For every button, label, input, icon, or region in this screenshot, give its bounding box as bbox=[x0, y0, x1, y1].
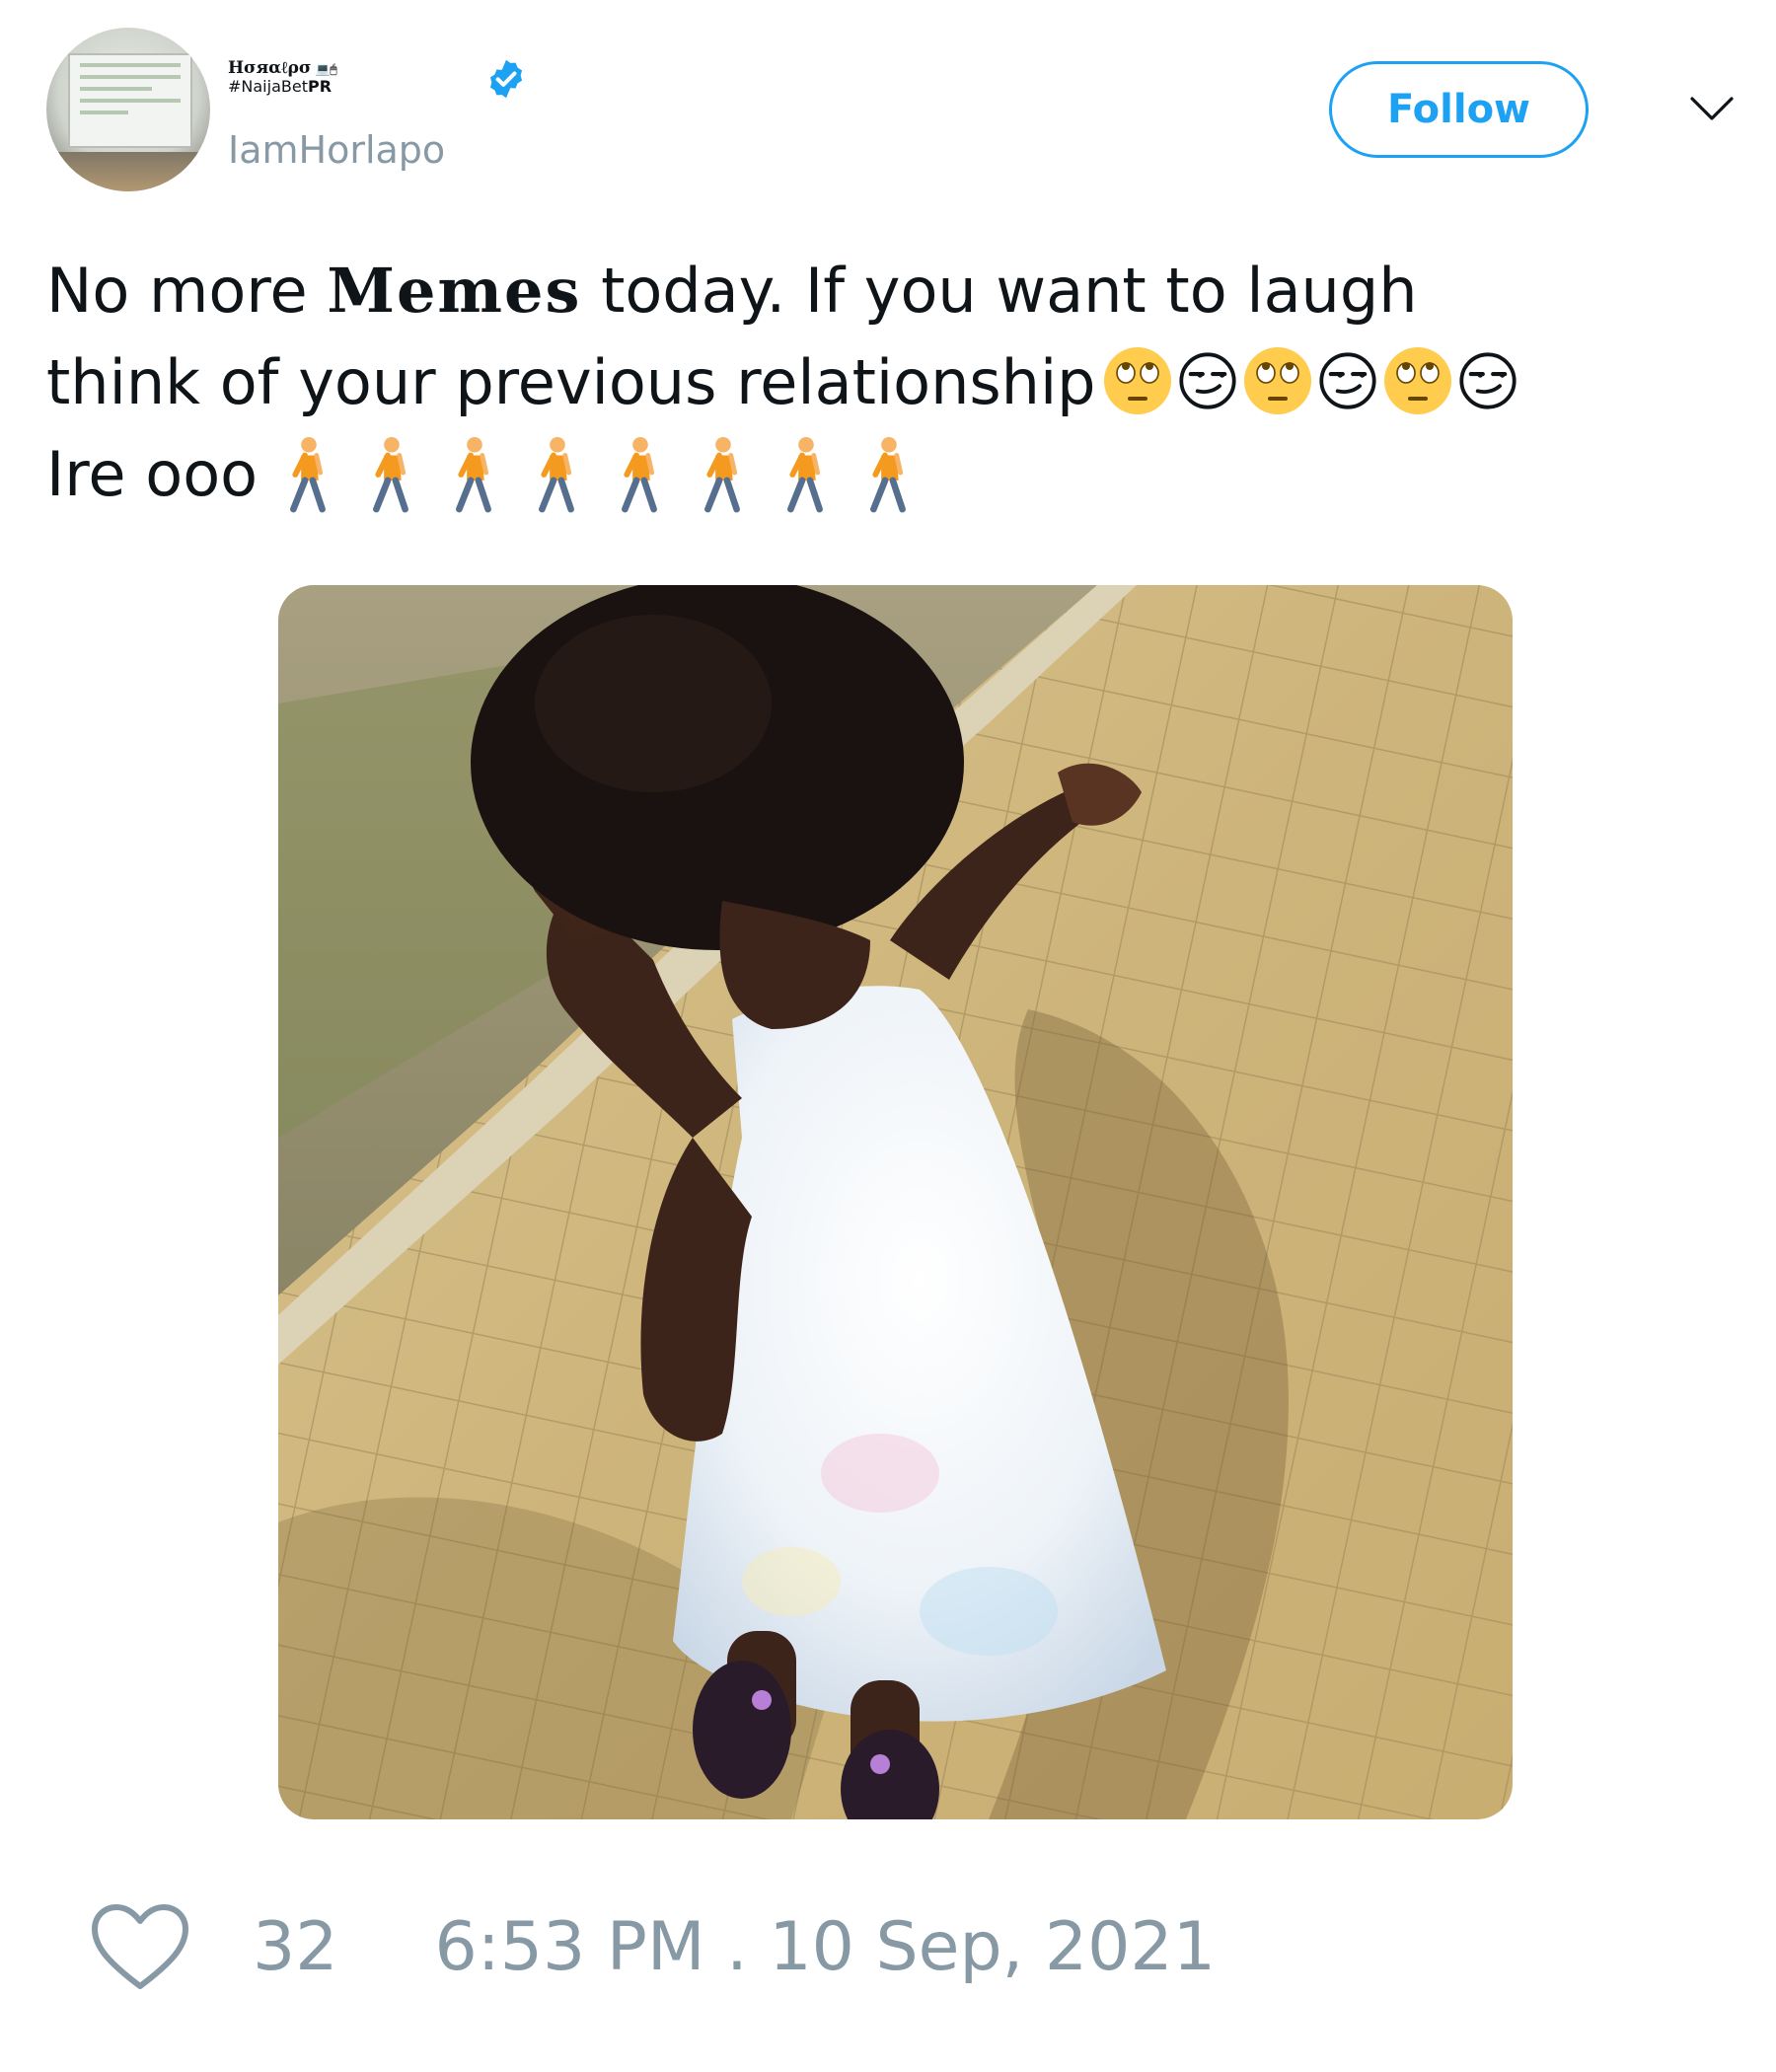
tweet-text-line3: Ire ooo bbox=[46, 438, 259, 510]
avatar[interactable] bbox=[46, 28, 210, 191]
verified-badge-icon bbox=[489, 59, 523, 99]
emoji-row-walking bbox=[279, 436, 915, 513]
tag-prefix: #NaijaBet bbox=[228, 77, 308, 96]
face-with-rolling-eyes-icon bbox=[1103, 346, 1171, 414]
face-with-rolling-eyes-icon bbox=[1243, 346, 1311, 414]
person-walking-icon bbox=[373, 436, 408, 513]
tag-bold: PR bbox=[307, 77, 333, 96]
tweet-text-part2: today. If you want to laugh bbox=[581, 255, 1418, 327]
person-walking-icon bbox=[456, 436, 491, 513]
tweet-footer: 32 6:53 PM . 10 Sep, 2021 bbox=[89, 1902, 1216, 1991]
photo-illustration bbox=[278, 585, 1513, 1819]
smirking-face-icon bbox=[1178, 352, 1236, 409]
tweet-bold-word: Memes bbox=[327, 255, 582, 327]
author-name-block[interactable]: Hσяαℓρσ 💻🖱 #NaijaBetPR bbox=[228, 59, 337, 96]
smirking-face-icon bbox=[1318, 352, 1376, 409]
person-walking-icon bbox=[622, 436, 657, 513]
follow-button[interactable]: Follow bbox=[1329, 61, 1589, 158]
tweet-line-3: Ire ooo bbox=[46, 428, 1743, 520]
avatar-laptop-screen bbox=[68, 53, 192, 148]
smirking-face-icon bbox=[1458, 352, 1517, 409]
avatar-laptop-base bbox=[46, 152, 210, 191]
chevron-down-icon[interactable] bbox=[1689, 95, 1735, 122]
display-name[interactable]: Hσяαℓρσ 💻🖱 bbox=[228, 59, 337, 78]
person-walking-icon bbox=[290, 436, 326, 513]
tweet-text-part1: No more bbox=[46, 255, 328, 327]
tweet-text: No more Memes today. If you want to laug… bbox=[46, 245, 1743, 520]
person-walking-icon bbox=[870, 436, 906, 513]
tweet-line-2: think of your previous relationship bbox=[46, 336, 1743, 428]
author-handle[interactable]: IamHorlapo bbox=[228, 128, 445, 172]
face-with-rolling-eyes-icon bbox=[1383, 346, 1451, 414]
tweet-photo[interactable] bbox=[278, 585, 1513, 1819]
tweet-text-line2: think of your previous relationship bbox=[46, 346, 1096, 418]
person-walking-icon bbox=[539, 436, 574, 513]
display-name-text: Hσяαℓρσ bbox=[228, 58, 312, 78]
like-count: 32 bbox=[253, 1907, 338, 1986]
emoji-row-faces bbox=[1102, 345, 1518, 416]
tweet-timestamp[interactable]: 6:53 PM . 10 Sep, 2021 bbox=[435, 1908, 1216, 1986]
heart-icon[interactable] bbox=[89, 1901, 191, 1992]
laptop-mouse-icon: 💻🖱 bbox=[315, 62, 337, 76]
person-walking-icon bbox=[704, 436, 740, 513]
person-walking-icon bbox=[787, 436, 823, 513]
display-name-tag: #NaijaBetPR bbox=[228, 78, 337, 96]
tweet-line-1: No more Memes today. If you want to laug… bbox=[46, 245, 1743, 336]
